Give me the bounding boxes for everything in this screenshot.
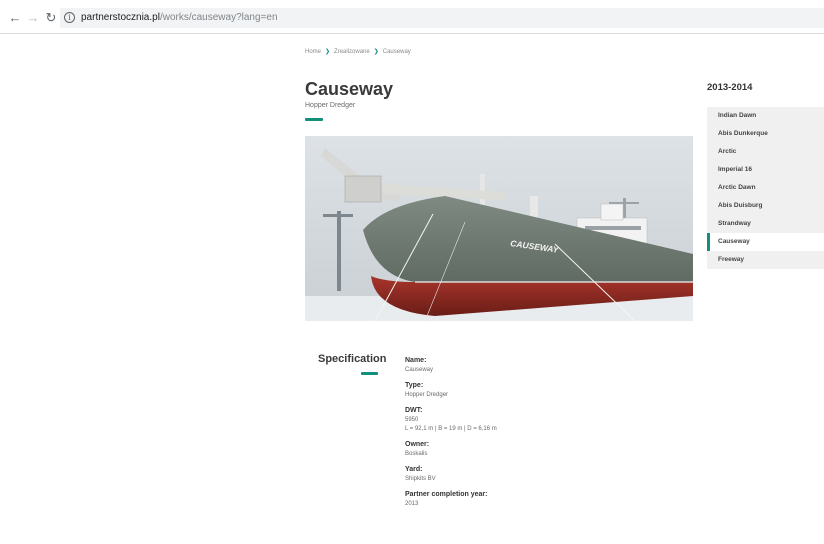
- spec-item-name: Name: Causeway: [405, 356, 705, 375]
- spec-item-type: Type: Hopper Dredger: [405, 381, 705, 400]
- spec-item-dwt: DWT: 5950 L = 92,1 m | B = 19 m | D = 6,…: [405, 406, 705, 434]
- spec-value: Shipkits BV: [405, 476, 436, 482]
- sidebar-item-abis-duisburg[interactable]: Abis Duisburg: [707, 197, 824, 215]
- ship-photo: CAUSEWAY: [305, 136, 693, 321]
- chevron-right-icon: ❯: [325, 49, 331, 55]
- breadcrumb-current: Causeway: [382, 49, 411, 55]
- spec-value: 2013: [405, 501, 419, 507]
- spec-label: Partner completion year:: [405, 491, 488, 498]
- breadcrumb-zrealizowane[interactable]: Zrealizowane: [334, 49, 370, 55]
- sidebar-item-imperial-16[interactable]: Imperial 16: [707, 161, 824, 179]
- spec-label: DWT:: [405, 407, 423, 414]
- spec-value: 5950: [405, 417, 419, 423]
- url-host: partnerstocznia.pl: [81, 12, 160, 23]
- spec-list: Name: Causeway Type: Hopper Dredger DWT:…: [405, 356, 705, 515]
- spec-dimensions: L = 92,1 m | B = 19 m | D = 6,16 m: [405, 426, 497, 432]
- spec-item-completion-year: Partner completion year: 2013: [405, 490, 705, 509]
- spec-item-yard: Yard: Shipkits BV: [405, 465, 705, 484]
- sidebar-item-indian-dawn[interactable]: Indian Dawn: [707, 107, 824, 125]
- spec-label: Yard:: [405, 466, 423, 473]
- sidebar-item-freeway[interactable]: Freeway: [707, 251, 824, 269]
- title-accent-bar: [305, 118, 323, 121]
- sidebar-year-heading: 2013-2014: [707, 82, 753, 93]
- sidebar-item-arctic-dawn[interactable]: Arctic Dawn: [707, 179, 824, 197]
- spec-value: Causeway: [405, 367, 434, 373]
- breadcrumb-home[interactable]: Home: [305, 49, 321, 55]
- browser-toolbar: ← → ↻ i partnerstocznia.pl/works/causewa…: [0, 0, 824, 34]
- page-title: Causeway: [305, 79, 394, 99]
- sidebar-item-abis-dunkerque[interactable]: Abis Dunkerque: [707, 125, 824, 143]
- page-subtitle: Hopper Dredger: [305, 102, 356, 109]
- url-path: /works/causeway?lang=en: [159, 12, 278, 23]
- spec-value: Hopper Dredger: [405, 392, 449, 398]
- address-bar[interactable]: i partnerstocznia.pl/works/causeway?lang…: [60, 8, 824, 28]
- back-arrow-icon[interactable]: ←: [8, 11, 22, 25]
- spec-label: Owner:: [405, 441, 430, 448]
- forward-arrow-icon[interactable]: →: [26, 11, 40, 25]
- spec-label: Name:: [405, 357, 427, 364]
- sidebar-project-list: Indian Dawn Abis Dunkerque Arctic Imperi…: [707, 107, 824, 269]
- reload-icon[interactable]: ↻: [44, 11, 58, 25]
- sidebar-item-arctic[interactable]: Arctic: [707, 143, 824, 161]
- info-icon[interactable]: i: [64, 12, 75, 23]
- spec-accent-bar: [361, 372, 378, 375]
- sidebar-item-causeway[interactable]: Causeway: [707, 233, 824, 251]
- spec-label: Type:: [405, 382, 424, 389]
- chevron-right-icon: ❯: [373, 49, 379, 55]
- spec-heading: Specification: [318, 353, 387, 365]
- url-text[interactable]: partnerstocznia.pl/works/causeway?lang=e…: [81, 11, 278, 25]
- spec-value: Boskalis: [405, 451, 428, 457]
- sidebar-item-strandway[interactable]: Strandway: [707, 215, 824, 233]
- breadcrumb: Home ❯ Zrealizowane ❯ Causeway: [305, 48, 411, 55]
- spec-item-owner: Owner: Boskalis: [405, 440, 705, 459]
